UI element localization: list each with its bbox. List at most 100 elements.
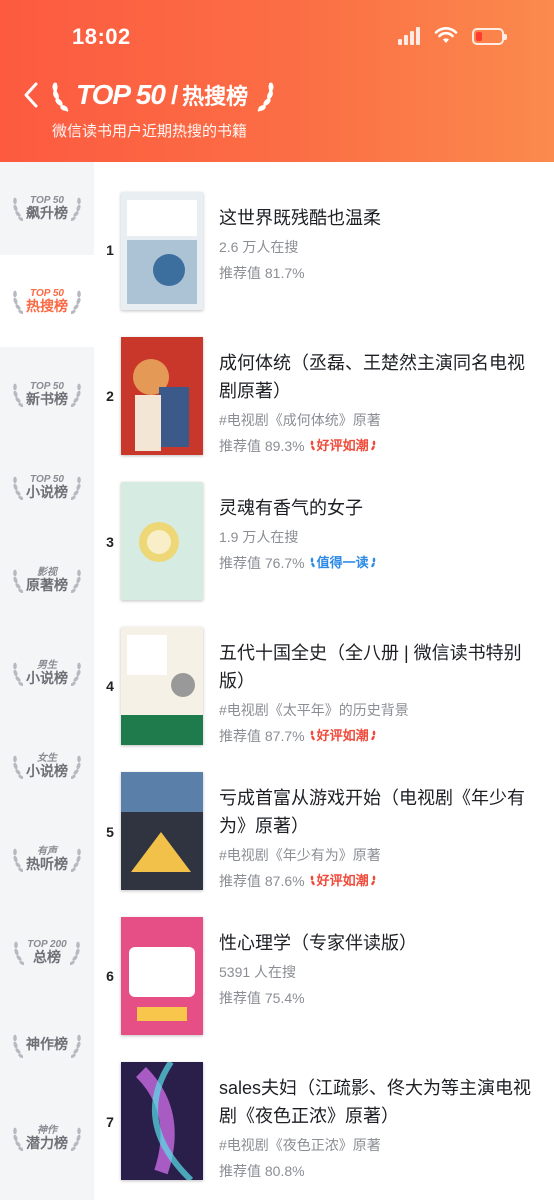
tag-laurel-icon [310,440,315,451]
sidebar-badge: 女生 小说榜 [11,751,83,781]
sidebar-badge: TOP 200 总榜 [12,937,81,967]
sidebar-item-8[interactable]: TOP 200 总榜 [0,906,94,998]
laurel-icon [13,1127,23,1152]
laurel-icon [71,755,81,780]
header: 18:02 TOP 50 / 热搜榜 微信读书用户近期热搜的书籍 [0,0,554,162]
book-rank: 5 [106,824,114,840]
book-cover[interactable] [121,772,203,890]
laurel-icon [71,569,81,594]
book-meta: #电视剧《年少有为》原著 [219,847,381,863]
sidebar-item-label: 热听榜 [26,855,68,872]
book-meta: #电视剧《成何体统》原著 [219,412,381,428]
laurel-icon [13,1034,23,1059]
book-info: sales夫妇（江疏影、佟大为等主演电视剧《夜色正浓》原著） #电视剧《夜色正浓… [219,1074,539,1184]
sidebar-badge-text: TOP 50 小说榜 [26,474,68,500]
laurel-icon [13,290,23,315]
laurel-icon [71,290,81,315]
book-title[interactable]: 亏成首富从游戏开始（电视剧《年少有为》原著） [219,784,539,840]
recommend-value: 推荐值 75.4% [219,990,305,1006]
laurel-icon [69,941,80,966]
laurel-icon [13,476,23,501]
title-text: 热搜榜 [182,84,249,109]
book-cover-image [121,337,203,455]
signal-icon [398,27,420,45]
book-row[interactable]: 5 亏成首富从游戏开始（电视剧《年少有为》原著） #电视剧《年少有为》原著 推荐… [94,744,554,890]
book-cover[interactable] [121,192,203,310]
book-cover[interactable] [121,627,203,745]
book-rank: 2 [106,388,114,404]
sidebar-item-label: 潜力榜 [26,1134,68,1151]
sidebar-item-2[interactable]: TOP 50 新书榜 [0,348,94,440]
book-row[interactable]: 1 这世界既残酷也温柔 2.6 万人在搜 推荐值 81.7% [94,164,554,310]
book-row[interactable]: 2 成何体统（丞磊、王楚然主演同名电视剧原著） #电视剧《成何体统》原著 推荐值… [94,309,554,455]
laurel-icon [71,848,81,873]
book-cover-image [121,192,203,310]
sidebar-badge: 影视 原著榜 [11,565,83,595]
sidebar-item-4[interactable]: 影视 原著榜 [0,534,94,626]
tag-laurel-icon [370,440,375,451]
tag-laurel-icon [370,557,375,568]
book-cover[interactable] [121,482,203,600]
sidebar-item-label: 飙升榜 [26,204,68,221]
sidebar-item-1[interactable]: TOP 50 热搜榜 [0,255,94,347]
tag-laurel-icon [370,730,375,741]
book-title[interactable]: 成何体统（丞磊、王楚然主演同名电视剧原著） [219,349,539,405]
sidebar-item-label: 小说榜 [26,483,68,500]
laurel-icon [13,662,23,687]
sidebar-item-label: 原著榜 [26,576,68,593]
book-row[interactable]: 6 性心理学（专家伴读版） 5391 人在搜 推荐值 75.4% [94,889,554,1035]
title-separator: / [170,79,179,110]
sidebar-badge: 神作 潜力榜 [11,1123,83,1153]
book-cover-image [121,1062,203,1180]
sidebar-item-label: 总榜 [33,948,61,965]
book-info: 性心理学（专家伴读版） 5391 人在搜 推荐值 75.4% [219,929,539,1011]
book-cover-image [121,772,203,890]
laurel-icon [13,383,23,408]
sidebar-badge: 有声 热听榜 [11,844,83,874]
sidebar-item-5[interactable]: 男生 小说榜 [0,627,94,719]
book-recommendation: 推荐值 75.4% [219,985,539,1011]
book-meta: #电视剧《夜色正浓》原著 [219,1137,381,1153]
laurel-icon [13,569,23,594]
chevron-left-icon [24,82,38,108]
book-recommendation: 推荐值 81.7% [219,260,539,286]
book-info: 这世界既残酷也温柔 2.6 万人在搜 推荐值 81.7% [219,204,539,286]
status-time: 18:02 [72,24,131,49]
sidebar-badge: TOP 50 飙升榜 [11,193,83,223]
sidebar-item-10[interactable]: 神作 潜力榜 [0,1092,94,1184]
book-cover[interactable] [121,1062,203,1180]
laurel-icon [71,197,81,222]
laurel-icon [13,755,23,780]
laurel-icon [71,1127,81,1152]
book-rank: 7 [106,1114,114,1130]
sidebar-item-7[interactable]: 有声 热听榜 [0,813,94,905]
sidebar-item-0[interactable]: TOP 50 飙升榜 [0,162,94,254]
book-cover-image [121,482,203,600]
book-title[interactable]: 灵魂有香气的女子 [219,494,539,522]
sidebar-badge-text: TOP 50 新书榜 [26,381,68,407]
book-list: 1 这世界既残酷也温柔 2.6 万人在搜 推荐值 81.7% 2 成何体统（丞磊… [94,162,554,1200]
book-title[interactable]: 这世界既残酷也温柔 [219,204,539,232]
book-rank: 1 [106,242,114,258]
sidebar-item-3[interactable]: TOP 50 小说榜 [0,441,94,533]
back-button[interactable] [18,78,46,112]
book-title[interactable]: 五代十国全史（全八册 | 微信读书特别版） [219,639,539,695]
recommend-value: 推荐值 76.7% [219,555,305,571]
sidebar-badge-text: 神作榜 [26,1036,68,1052]
book-meta: #电视剧《太平年》的历史背景 [219,702,409,718]
book-cover[interactable] [121,337,203,455]
book-row[interactable]: 3 灵魂有香气的女子 1.9 万人在搜 推荐值 76.7% 值得一读 [94,454,554,600]
sidebar-item-label: 新书榜 [26,390,68,407]
sidebar-badge-text: 影视 原著榜 [26,567,68,593]
book-cover[interactable] [121,917,203,1035]
wifi-icon [434,27,458,43]
sidebar-item-6[interactable]: 女生 小说榜 [0,720,94,812]
laurel-icon [13,848,23,873]
book-row[interactable]: 4 五代十国全史（全八册 | 微信读书特别版） #电视剧《太平年》的历史背景 推… [94,599,554,745]
sidebar-badge: 神作榜 [11,1030,83,1060]
sidebar-badge: TOP 50 热搜榜 [11,286,83,316]
book-title[interactable]: sales夫妇（江疏影、佟大为等主演电视剧《夜色正浓》原著） [219,1074,539,1130]
sidebar-item-9[interactable]: 神作榜 [0,999,94,1091]
book-row[interactable]: 7 sales夫妇（江疏影、佟大为等主演电视剧《夜色正浓》原著） #电视剧《夜色… [94,1034,554,1180]
book-title[interactable]: 性心理学（专家伴读版） [219,929,539,957]
